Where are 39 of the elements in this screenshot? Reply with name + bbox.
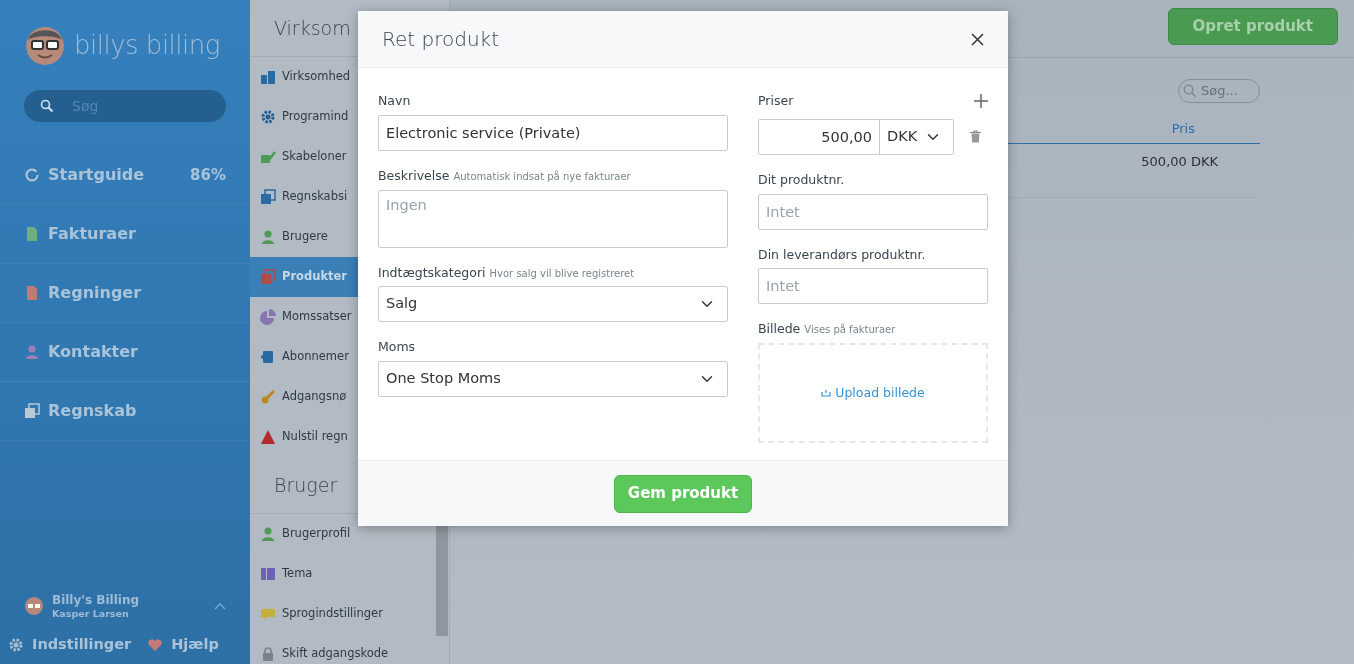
add-button[interactable] [974, 93, 988, 108]
settings-menu-item[interactable]: Nulstil regn [250, 417, 435, 457]
user-name: Kasper Larsen [52, 608, 130, 619]
close-button[interactable] [971, 32, 984, 46]
search-icon [40, 99, 54, 113]
section-title: Bruger [274, 472, 338, 498]
settings-menu-item[interactable]: Skift adgangskode [250, 634, 435, 664]
field-label: Moms [378, 338, 416, 357]
delete-button[interactable] [970, 130, 981, 144]
avatar-cartoon-icon [24, 24, 66, 66]
input-field[interactable]: Intet [758, 268, 988, 305]
upload-link[interactable]: Upload billede [821, 383, 925, 403]
dialog-title: Ret produkt [382, 26, 499, 53]
settings-menu-item[interactable]: Sprogindstillinger [250, 594, 435, 634]
field-label: Billede [758, 320, 801, 339]
field-label: Din leverandørs produktnr. [758, 245, 926, 264]
text-area[interactable]: Ingen [378, 189, 728, 248]
upload-icon [821, 389, 832, 397]
upload-area[interactable]: Upload billede [758, 343, 988, 443]
dropdown[interactable]: One Stop Moms [378, 361, 728, 397]
settings-menu-item[interactable]: Tema [250, 554, 435, 594]
table-cell-text: 500,00 DKK [1141, 152, 1218, 171]
dropdown[interactable]: Salg [378, 286, 728, 323]
avatar-cartoon-icon [24, 596, 44, 616]
price-field[interactable]: 500,00 [758, 118, 880, 155]
input-field[interactable]: Electronic service (Private) [378, 114, 728, 151]
settings-menu-item[interactable]: Brugerprofil [250, 514, 435, 554]
chevron-up-icon[interactable] [214, 602, 226, 610]
search-icon [1183, 84, 1197, 98]
field-label: Beskrivelse [378, 166, 450, 185]
field-label: Dit produktnr. [758, 170, 845, 189]
hint-text: Vises på fakturaer [804, 322, 896, 338]
hint-text: Automatisk indsat på nye fakturaer [453, 169, 631, 184]
field-label: Priser [758, 92, 794, 110]
hint-text: Hvor salg vil blive registreret [489, 266, 635, 281]
company-name: Billy's Billing [52, 593, 141, 606]
input-field[interactable]: Intet [758, 193, 988, 230]
currency-dropdown[interactable]: DKK [879, 118, 954, 155]
section-title: Virksom [274, 15, 351, 41]
